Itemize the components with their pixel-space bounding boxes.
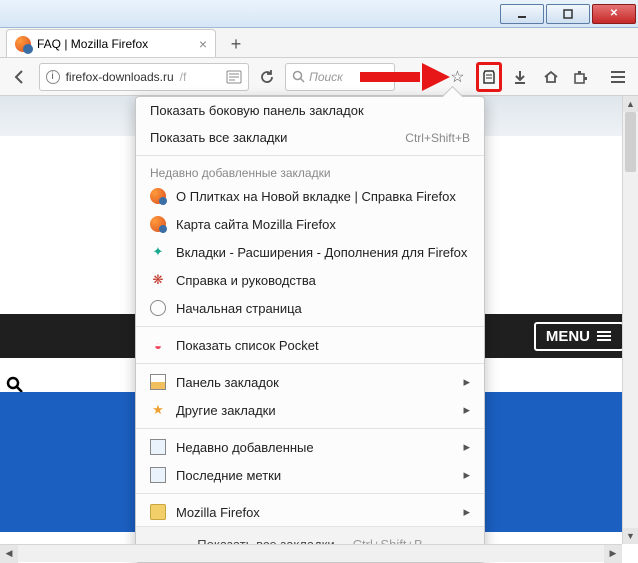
reader-mode-icon[interactable]: [226, 70, 242, 84]
browser-toolbar: i firefox-downloads.ru/f Поиск ☆: [0, 58, 638, 96]
hamburger-icon: [596, 330, 612, 342]
firefox-favicon-icon: [15, 36, 31, 52]
bookmark-title: О Плитках на Новой вкладке | Справка Fir…: [176, 189, 456, 204]
bookmarks-toolbar-submenu[interactable]: Панель закладок ▸: [136, 368, 484, 396]
search-icon: [292, 70, 305, 83]
reload-button[interactable]: [255, 62, 280, 92]
url-path: /f: [180, 70, 187, 84]
keyboard-shortcut: Ctrl+Shift+B: [405, 131, 470, 145]
menu-label: Другие закладки: [176, 403, 276, 418]
recent-bookmark-item[interactable]: Карта сайта Mozilla Firefox: [136, 210, 484, 238]
vertical-scrollbar[interactable]: ▲ ▼: [622, 96, 638, 544]
submenu-arrow-icon: ▸: [463, 439, 470, 455]
menu-label: Последние метки: [176, 468, 281, 483]
show-all-bookmarks[interactable]: Показать все закладки Ctrl+Shift+B: [136, 124, 484, 151]
globe-icon: [150, 300, 166, 316]
bookmark-title: Справка и руководства: [176, 273, 316, 288]
folder-icon: [150, 504, 166, 520]
menu-separator: [136, 428, 484, 429]
bookmarks-library-button[interactable]: [476, 62, 502, 92]
menu-separator: [136, 363, 484, 364]
scroll-up-button[interactable]: ▲: [623, 96, 638, 112]
url-domain: firefox-downloads.ru: [66, 70, 174, 84]
bookmark-title: Карта сайта Mozilla Firefox: [176, 217, 336, 232]
menu-label: Панель закладок: [176, 375, 279, 390]
firefox-favicon-icon: [150, 216, 166, 232]
back-button[interactable]: [8, 62, 33, 92]
submenu-arrow-icon: ▸: [463, 504, 470, 520]
scroll-left-button[interactable]: ◀: [0, 545, 18, 563]
app-menu-button[interactable]: [605, 62, 630, 92]
recent-bookmark-item[interactable]: ✦ Вкладки - Расширения - Дополнения для …: [136, 238, 484, 266]
recent-bookmark-item[interactable]: О Плитках на Новой вкладке | Справка Fir…: [136, 182, 484, 210]
show-pocket-list[interactable]: ◒ Показать список Pocket: [136, 331, 484, 359]
pocket-icon: ◒: [150, 337, 166, 353]
window-close-button[interactable]: ✕: [592, 4, 636, 24]
firefox-favicon-icon: [150, 188, 166, 204]
bookmark-title: Вкладки - Расширения - Дополнения для Fi…: [176, 245, 467, 260]
smart-folder-icon: [150, 467, 166, 483]
menu-separator: [136, 326, 484, 327]
menu-label: Показать список Pocket: [176, 338, 319, 353]
window-titlebar: ✕: [0, 0, 638, 28]
site-info-icon[interactable]: i: [46, 70, 60, 84]
recent-tags-submenu[interactable]: Последние метки ▸: [136, 461, 484, 489]
show-bookmarks-sidebar[interactable]: Показать боковую панель закладок: [136, 97, 484, 124]
puzzle-icon: ✦: [150, 244, 166, 260]
menu-separator: [136, 493, 484, 494]
tab-title: FAQ | Mozilla Firefox: [37, 37, 148, 51]
addons-button[interactable]: [569, 62, 594, 92]
downloads-button[interactable]: [508, 62, 533, 92]
search-box[interactable]: Поиск: [285, 63, 395, 91]
menu-label: Показать боковую панель закладок: [150, 103, 364, 118]
tab-strip: FAQ | Mozilla Firefox × +: [0, 28, 638, 58]
star-icon: ★: [150, 402, 166, 418]
submenu-arrow-icon: ▸: [463, 402, 470, 418]
address-bar[interactable]: i firefox-downloads.ru/f: [39, 63, 249, 91]
scroll-right-button[interactable]: ▶: [604, 545, 622, 563]
recent-bookmarks-heading: Недавно добавленные закладки: [136, 160, 484, 182]
submenu-arrow-icon: ▸: [463, 374, 470, 390]
window-minimize-button[interactable]: [500, 4, 544, 24]
scroll-down-button[interactable]: ▼: [623, 528, 638, 544]
menu-label: Недавно добавленные: [176, 440, 314, 455]
site-menu-button[interactable]: MENU: [534, 322, 624, 351]
recent-bookmark-item[interactable]: Начальная страница: [136, 294, 484, 322]
bookmarks-dropdown: Показать боковую панель закладок Показат…: [135, 96, 485, 563]
site-menu-label: MENU: [546, 328, 590, 345]
submenu-arrow-icon: ▸: [463, 467, 470, 483]
smart-folder-icon: [150, 439, 166, 455]
recent-bookmark-item[interactable]: ❋ Справка и руководства: [136, 266, 484, 294]
window-maximize-button[interactable]: [546, 4, 590, 24]
other-bookmarks-submenu[interactable]: ★ Другие закладки ▸: [136, 396, 484, 424]
browser-tab[interactable]: FAQ | Mozilla Firefox ×: [6, 29, 216, 57]
home-button[interactable]: [538, 62, 563, 92]
recently-added-submenu[interactable]: Недавно добавленные ▸: [136, 433, 484, 461]
mozilla-firefox-folder[interactable]: Mozilla Firefox ▸: [136, 498, 484, 526]
bookmark-star-button[interactable]: ☆: [445, 62, 470, 92]
search-placeholder: Поиск: [309, 70, 343, 84]
bookmark-title: Начальная страница: [176, 301, 302, 316]
menu-separator: [136, 155, 484, 156]
bug-icon: ❋: [150, 272, 166, 288]
panel-icon: [150, 374, 166, 390]
menu-label: Mozilla Firefox: [176, 505, 260, 520]
menu-label: Показать все закладки: [150, 130, 287, 145]
tab-close-button[interactable]: ×: [199, 36, 207, 52]
scroll-thumb[interactable]: [625, 112, 636, 172]
horizontal-scrollbar[interactable]: ◀ ▶: [0, 544, 622, 562]
new-tab-button[interactable]: +: [222, 31, 250, 57]
